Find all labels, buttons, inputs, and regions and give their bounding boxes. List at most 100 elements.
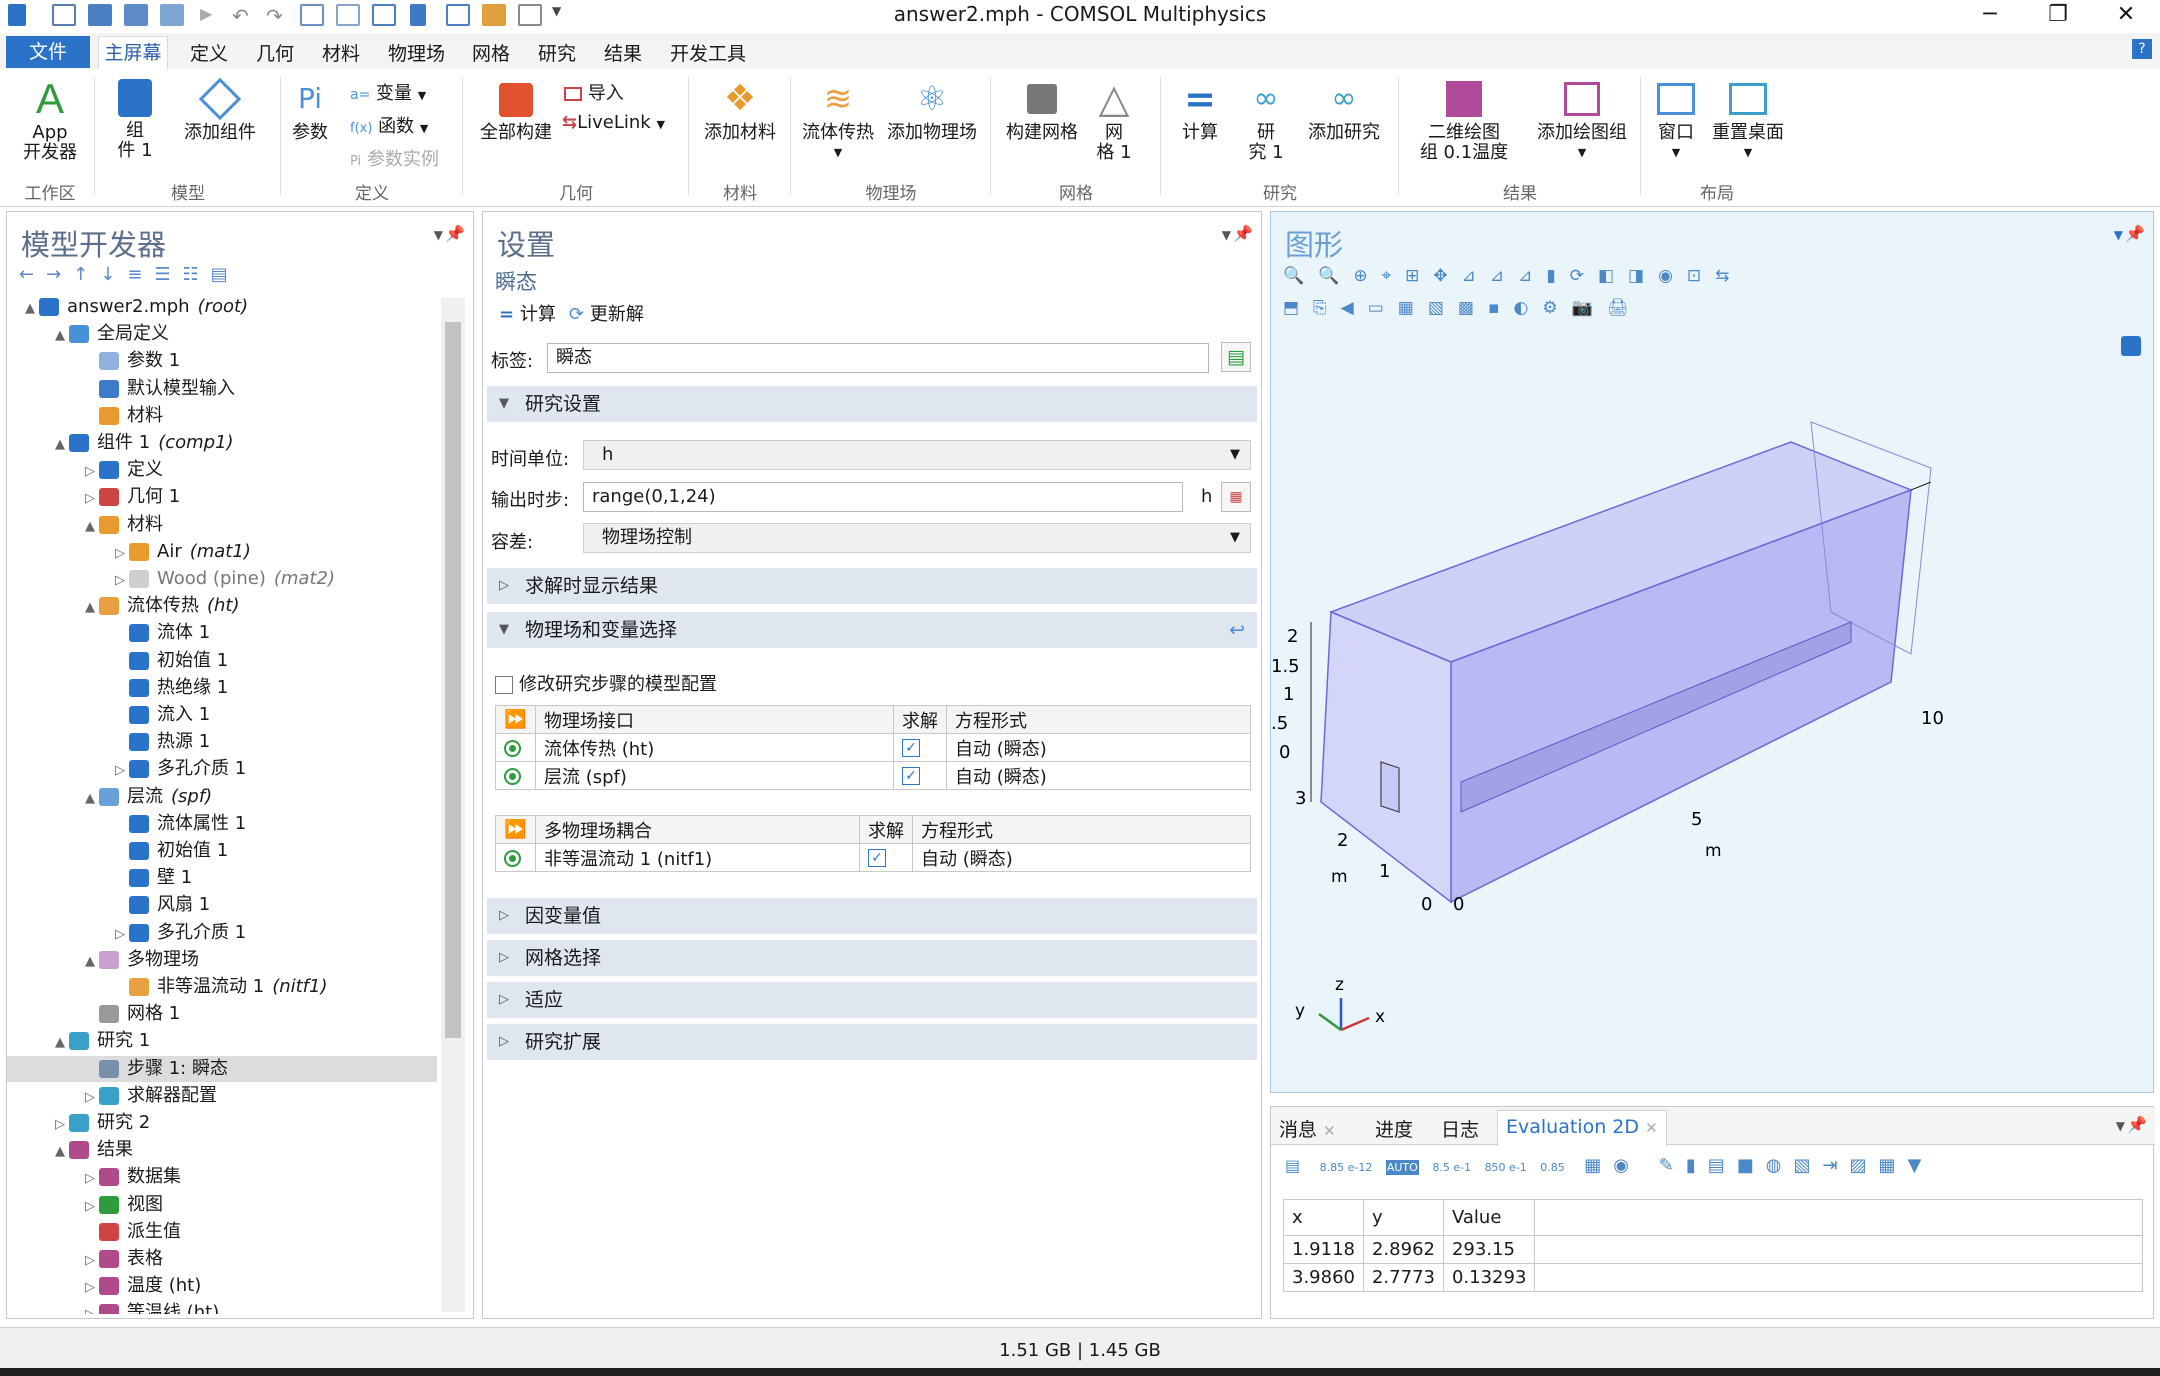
tree-node[interactable]: ▷ 等温线 (ht) [7,1300,437,1314]
tree-node[interactable]: 非等温流动 1 (nitf1) [7,974,437,1000]
restore-button[interactable]: ❐ [2028,0,2088,30]
pin-icon[interactable]: 📌 [2125,224,2145,243]
solve-checkbox[interactable]: ✓ [859,843,913,872]
tree-node[interactable]: 初始值 1 [7,648,437,674]
tree-node[interactable]: ▲ 层流 (spf) [7,784,437,810]
tree-node[interactable]: ▲ answer2.mph (root) [7,294,437,320]
collapse-icon[interactable]: ▲ [85,514,99,540]
expand-icon[interactable]: ▷ [85,1248,99,1274]
tree-node[interactable]: ▷ 表格 [7,1246,437,1272]
reset-desktop-button[interactable]: 重置桌面 ▼ [1706,79,1790,163]
table-row[interactable]: 流体传热 (ht) ✓ 自动 (瞬态) [495,733,1251,762]
help-icon[interactable]: ? [2132,39,2152,59]
close-button[interactable]: ✕ [2096,0,2156,30]
solve-checkbox[interactable]: ✓ [893,733,947,762]
build-mesh-button[interactable]: 构建网格 [996,79,1088,143]
expand-icon[interactable]: ▷ [115,541,129,567]
compute-link[interactable]: = 计算 [499,300,556,326]
tree-scrollbar[interactable] [441,298,465,1312]
tree-node[interactable]: ▷ 视图 [7,1192,437,1218]
time-unit-select[interactable]: h ▼ [583,440,1251,470]
expand-icon[interactable]: ▷ [115,922,129,948]
range-icon[interactable]: ▦ [1221,482,1251,512]
tab-results[interactable]: 结果 [604,39,642,67]
tree-node[interactable]: 风扇 1 [7,892,437,918]
close-icon[interactable]: ✕ [1645,1119,1658,1137]
output-times-field[interactable]: range(0,1,24) [583,482,1183,512]
active-radio-icon[interactable] [495,843,536,872]
tab-study[interactable]: 研究 [538,39,576,67]
model-builder-toolbar[interactable]: ←→↑↓≡☰☷▤ [19,264,359,288]
window-button[interactable]: 窗口 ▼ [1646,79,1706,163]
graphics-canvas[interactable]: 2 1.5 1 .5 0 5 10 m 3 2 1 0 0 m z x y [1271,342,2151,1082]
tree-node[interactable]: 流入 1 [7,702,437,728]
tree-node[interactable]: ▷ 多孔介质 1 [7,756,437,782]
active-radio-icon[interactable] [495,733,536,762]
tree-node[interactable]: ▷ Wood (pine) (mat2) [7,566,437,592]
collapse-icon[interactable]: ▲ [85,786,99,812]
tree-node[interactable]: ▷ 温度 (ht) [7,1273,437,1299]
variables-button[interactable]: a= 变量 ▼ [350,79,426,105]
expand-all-icon[interactable]: ⏩ [495,815,536,844]
panel-menu-icon[interactable]: ▼ [434,228,443,242]
expand-icon[interactable]: ▷ [115,568,129,594]
format-sci-button[interactable]: 8.5 e-1 [1432,1161,1471,1174]
label-field[interactable]: 瞬态 [547,343,1209,373]
graphics-toolbar-row2[interactable]: ⬒⎘◀▭▦▧▩▪◐⚙📷🖨 [1283,298,1803,324]
fluid-heat-button[interactable]: ≋ 流体传热 ▼ [796,79,880,163]
pin-icon[interactable]: 📌 [2127,1115,2147,1134]
expand-icon[interactable]: ▷ [85,1302,99,1314]
tree-node[interactable]: 默认模型输入 [7,376,437,402]
format-auto-button[interactable]: AUTO [1385,1160,1419,1175]
format-eng-button[interactable]: 8.85 e-12 [1320,1161,1373,1174]
expand-icon[interactable]: ▷ [115,758,129,784]
tree-scrollbar-thumb[interactable] [445,322,461,1038]
tree-node[interactable]: ▲ 结果 [7,1137,437,1163]
table-row[interactable]: 3.9860 2.7773 0.13293 [1283,1263,2143,1292]
toolbar-icon[interactable]: ▤ [1285,1156,1300,1175]
tree-node[interactable]: 流体属性 1 [7,811,437,837]
table-row[interactable]: 非等温流动 1 (nitf1) ✓ 自动 (瞬态) [495,843,1251,872]
tree-node[interactable]: 初始值 1 [7,838,437,864]
tree-node[interactable]: 热绝缘 1 [7,675,437,701]
param-instance-button[interactable]: Pi 参数实例 [350,145,439,171]
expand-icon[interactable]: ▷ [85,459,99,485]
livelink-button[interactable]: ⇆LiveLink ▼ [562,112,665,133]
table-row[interactable]: 1.9118 2.8962 293.15 [1283,1235,2143,1264]
tree-node[interactable]: 网格 1 [7,1001,437,1027]
app-builder-button[interactable]: A App 开发器 [10,78,90,163]
expand-icon[interactable]: ▷ [85,486,99,512]
tab-progress[interactable]: 进度 [1375,1115,1413,1142]
add-component-button[interactable]: 添加组件 [172,77,268,143]
tab-geometry[interactable]: 几何 [256,39,294,67]
modify-config-checkbox[interactable]: 修改研究步骤的模型配置 [495,670,717,696]
tab-mesh[interactable]: 网格 [472,39,510,67]
compute-button[interactable]: = 计算 [1168,79,1232,143]
tree-node[interactable]: ▲ 材料 [7,512,437,538]
expand-all-icon[interactable]: ⏩ [495,705,536,734]
build-all-button[interactable]: 全部构建 [468,79,564,143]
tab-evaluation-2d[interactable]: Evaluation 2D ✕ [1497,1110,1667,1146]
parameters-button[interactable]: Pi 参数 [286,79,334,143]
tree-node[interactable]: ▷ 研究 2 [7,1110,437,1136]
import-button[interactable]: 导入 [564,79,624,105]
comment-icon[interactable]: ▤ [1221,342,1251,372]
collapse-icon[interactable]: ▲ [55,432,69,458]
section-study-settings[interactable]: ▼ 研究设置 [487,386,1257,422]
tab-definitions[interactable]: 定义 [190,39,228,67]
section-mesh-selection[interactable]: ▷ 网格选择 [487,940,1257,976]
evaluation-toolbar-icons[interactable]: ▦◉ ✎▮▤■◍▧⇥▨▦▼ [1584,1155,1933,1176]
update-solution-link[interactable]: ⟳ 更新解 [569,300,644,326]
section-results-while-solving[interactable]: ▷ 求解时显示结果 [487,568,1257,604]
tree-node[interactable]: 壁 1 [7,865,437,891]
tab-materials[interactable]: 材料 [322,39,360,67]
tree-node[interactable]: ▷ 定义 [7,457,437,483]
solve-checkbox[interactable]: ✓ [893,761,947,790]
component-button[interactable]: 组 件 1 [105,79,165,161]
collapse-icon[interactable]: ▲ [55,323,69,349]
collapse-icon[interactable]: ▲ [25,296,39,322]
functions-button[interactable]: f(x) 函数 ▼ [350,112,428,138]
expand-icon[interactable]: ▷ [85,1194,99,1220]
panel-menu-icon[interactable]: ▼ [2116,1119,2125,1133]
tab-messages[interactable]: 消息 ✕ [1279,1115,1336,1142]
